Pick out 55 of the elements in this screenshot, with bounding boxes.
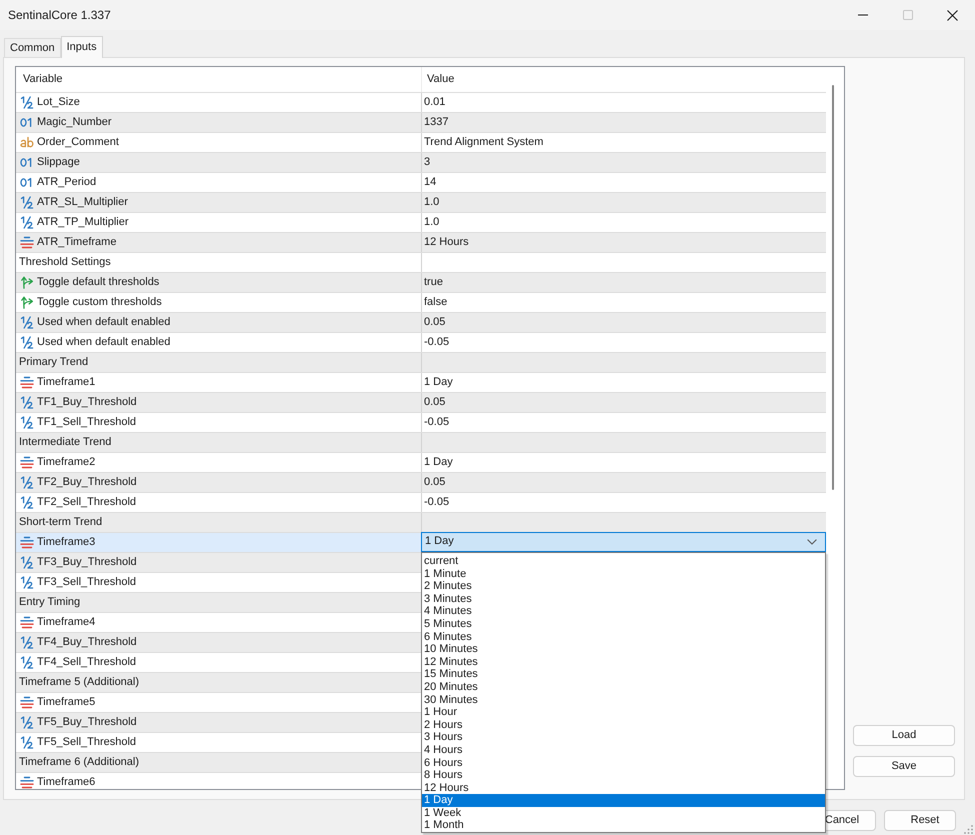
parameter-value: 0.05 <box>424 396 446 410</box>
parameter-name: ATR_TP_Multiplier <box>37 216 128 230</box>
parameter-value: 0.05 <box>424 316 446 330</box>
parameter-value: 14 <box>424 176 436 190</box>
group-heading: Entry Timing <box>19 596 80 610</box>
parameter-name: ATR_Period <box>37 176 96 190</box>
parameter-name: Lot_Size <box>37 96 80 110</box>
parameter-value: Trend Alignment System <box>424 136 544 150</box>
parameter-value: 1337 <box>424 116 448 130</box>
parameter-name: TF3_Buy_Threshold <box>37 556 137 570</box>
window-title: SentinalCore 1.337 <box>7 8 111 22</box>
parameter-name: ATR_SL_Multiplier <box>37 196 128 210</box>
parameter-name: Order_Comment <box>37 136 119 150</box>
parameter-value: 12 Hours <box>424 236 469 250</box>
parameter-value: false <box>424 296 448 310</box>
parameter-name: TF2_Buy_Threshold <box>37 476 137 490</box>
group-heading: Threshold Settings <box>19 256 111 270</box>
parameter-name: Timeframe1 <box>37 376 96 390</box>
parameter-name: TF1_Buy_Threshold <box>37 396 137 410</box>
parameter-value: 1 Day <box>424 376 453 390</box>
parameter-name: Toggle custom thresholds <box>37 296 162 310</box>
group-heading: Intermediate Trend <box>19 436 112 450</box>
parameter-name: ATR_Timeframe <box>37 236 116 250</box>
parameter-value: 0.05 <box>424 476 446 490</box>
parameter-name: Used when default enabled <box>37 336 170 350</box>
group-heading: Short-term Trend <box>19 516 102 530</box>
parameter-name: Timeframe6 <box>37 776 96 789</box>
parameter-name: TF1_Sell_Threshold <box>37 416 136 430</box>
parameter-value: 1 Day <box>424 456 453 470</box>
parameter-name: TF4_Buy_Threshold <box>37 636 137 650</box>
parameter-name: Toggle default thresholds <box>37 276 160 290</box>
group-heading: Timeframe 5 (Additional) <box>19 676 140 690</box>
group-heading: Primary Trend <box>19 356 88 370</box>
parameter-name: Timeframe2 <box>37 456 96 470</box>
parameter-value: true <box>424 276 443 290</box>
parameter-name: TF4_Sell_Threshold <box>37 656 136 670</box>
parameter-value: -0.05 <box>424 416 450 430</box>
parameter-name: Slippage <box>37 156 80 170</box>
parameter-name: TF5_Sell_Threshold <box>37 736 136 750</box>
parameter-value: 1.0 <box>424 196 440 210</box>
parameter-value: 1.0 <box>424 216 440 230</box>
column-header: Variable <box>22 72 64 87</box>
parameter-name: Timeframe3 <box>37 536 96 550</box>
parameter-value: -0.05 <box>424 496 450 510</box>
parameter-name: TF5_Buy_Threshold <box>37 716 137 730</box>
parameter-value: 3 <box>424 156 430 170</box>
parameter-name: TF3_Sell_Threshold <box>37 576 136 590</box>
parameter-name: Timeframe4 <box>37 616 96 630</box>
parameter-value: -0.05 <box>424 336 450 350</box>
parameter-name: TF2_Sell_Threshold <box>37 496 136 510</box>
group-heading: Timeframe 6 (Additional) <box>19 756 140 770</box>
parameter-name: Magic_Number <box>37 116 112 130</box>
parameter-name: Timeframe5 <box>37 696 96 710</box>
parameter-value: 0.01 <box>424 96 446 110</box>
parameter-name: Used when default enabled <box>37 316 170 330</box>
